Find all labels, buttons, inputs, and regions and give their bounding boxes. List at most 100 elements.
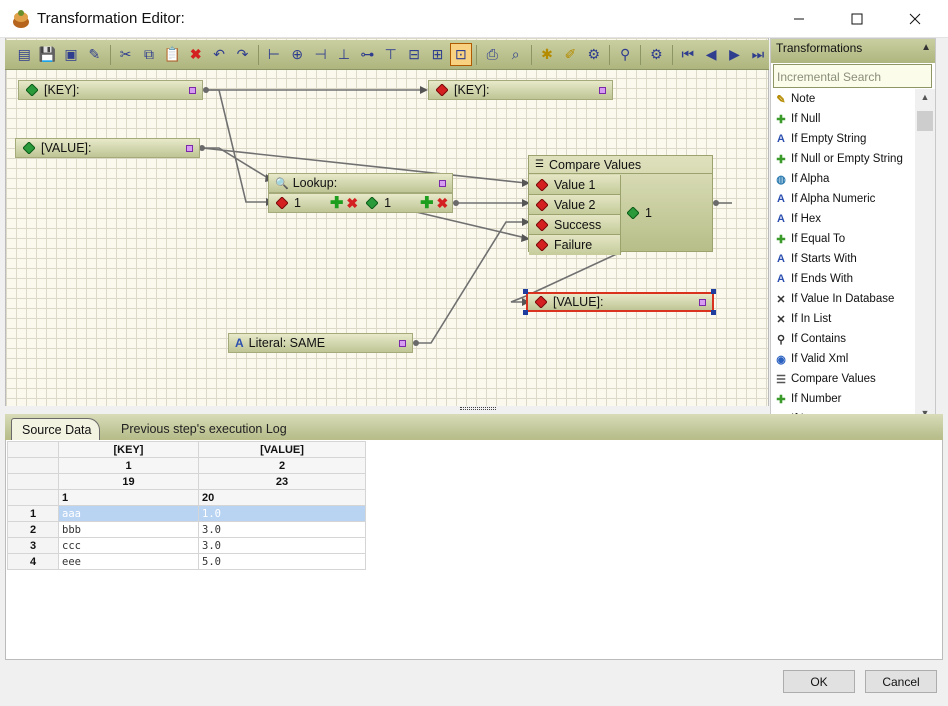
same-size-icon[interactable]: ⊡ — [449, 43, 473, 66]
transformation-item[interactable]: ✚ If Equal To — [773, 229, 915, 249]
cancel-button[interactable]: Cancel — [865, 670, 937, 693]
node-lookup-header[interactable]: 🔍 Lookup: — [268, 173, 453, 193]
cell-value[interactable]: 1.0 — [198, 505, 366, 522]
splitter[interactable] — [5, 406, 769, 412]
last-icon[interactable]: ⏭ — [747, 43, 769, 66]
compare-input-success[interactable]: Success — [529, 215, 621, 235]
collapse-icon[interactable]: ▲ — [921, 42, 931, 53]
transformation-item[interactable]: ✕ If In List — [773, 309, 915, 329]
transformation-item[interactable]: A If Hex — [773, 209, 915, 229]
align-middle-icon[interactable]: ⊶ — [356, 43, 378, 66]
minimize-button[interactable] — [770, 0, 828, 38]
table-row[interactable]: 2 bbb 3.0 — [7, 521, 366, 538]
compare-output[interactable]: 1 — [627, 206, 652, 220]
edit-icon[interactable]: ✎ — [83, 43, 105, 66]
cell-key[interactable]: aaa — [58, 505, 199, 522]
output-port[interactable] — [186, 144, 193, 152]
tab-source-data[interactable]: Source Data — [11, 418, 101, 440]
compare-input-value1[interactable]: Value 1 — [529, 175, 621, 195]
close-button[interactable] — [886, 0, 944, 38]
transformation-item[interactable]: A If Empty String — [773, 129, 915, 149]
scroll-up-icon[interactable]: ▲ — [915, 89, 935, 105]
find-icon[interactable]: ⚲ — [614, 43, 636, 66]
node-key-input[interactable]: [KEY]: — [18, 80, 203, 100]
paste-icon[interactable]: 📋 — [161, 43, 183, 66]
add-icon[interactable]: ✚ — [420, 193, 433, 213]
table-row[interactable]: 4 eee 5.0 — [7, 553, 366, 570]
align-right-icon[interactable]: ⊣ — [309, 43, 331, 66]
cell-value[interactable]: 3.0 — [198, 521, 366, 538]
table-row[interactable]: 1 aaa 1.0 — [7, 505, 366, 522]
settings-icon[interactable]: ⚙ — [645, 43, 667, 66]
cell-key[interactable]: eee — [58, 553, 199, 570]
align-bottom-icon[interactable]: ⊥ — [333, 43, 355, 66]
undo-icon[interactable]: ↶ — [208, 43, 230, 66]
scroll-thumb[interactable] — [917, 111, 933, 131]
transformation-item[interactable]: ✚ If Number — [773, 389, 915, 409]
green-diamond-icon — [366, 197, 379, 209]
same-height-icon[interactable]: ⊞ — [426, 43, 448, 66]
output-port[interactable] — [399, 339, 406, 347]
redo-icon[interactable]: ↷ — [231, 43, 253, 66]
output-port[interactable] — [699, 298, 706, 306]
auto-layout-icon[interactable]: ⚙ — [583, 43, 605, 66]
node-value-input[interactable]: [VALUE]: — [15, 138, 200, 158]
cell-key[interactable]: bbb — [58, 521, 199, 538]
transformation-item[interactable]: ◍ If Alpha — [773, 169, 915, 189]
output-port[interactable] — [599, 86, 606, 94]
transformation-item[interactable]: ✕ If Value In Database — [773, 289, 915, 309]
transformation-item[interactable]: ✎ Note — [773, 89, 915, 109]
align-left-icon[interactable]: ⊢ — [263, 43, 285, 66]
splitter-grip[interactable] — [460, 407, 496, 410]
align-top-icon[interactable]: ⊤ — [380, 43, 402, 66]
save-icon[interactable]: 💾 — [36, 43, 58, 66]
previous-icon[interactable]: ◀ — [700, 43, 722, 66]
ok-button[interactable]: OK — [783, 670, 855, 693]
cut-icon[interactable]: ✂ — [114, 43, 136, 66]
remove-icon[interactable]: ✖ — [346, 195, 358, 212]
transformation-item[interactable]: ✚ If Null — [773, 109, 915, 129]
transformation-item[interactable]: ◉ If Valid Xml — [773, 349, 915, 369]
list-scrollbar[interactable]: ▲ ▼ — [915, 89, 935, 421]
transformation-item[interactable]: A If Alpha Numeric — [773, 189, 915, 209]
transformation-label: Note — [791, 93, 816, 105]
properties-icon[interactable]: ▤ — [13, 43, 35, 66]
compare-input-value2[interactable]: Value 2 — [529, 195, 621, 215]
transformation-item[interactable]: ☰ Compare Values — [773, 369, 915, 389]
first-icon[interactable]: ⏮ — [677, 43, 699, 66]
node-key-output[interactable]: [KEY]: — [428, 80, 613, 100]
save-as-icon[interactable]: ▣ — [60, 43, 82, 66]
copy-icon[interactable]: ⧉ — [138, 43, 160, 66]
remove-icon[interactable]: ✖ — [437, 195, 449, 212]
same-width-icon[interactable]: ⊟ — [403, 43, 425, 66]
cell-value[interactable]: 3.0 — [198, 537, 366, 554]
column-header[interactable]: [VALUE] — [198, 441, 366, 458]
transformation-item[interactable]: ✚ If Null or Empty String — [773, 149, 915, 169]
transformation-item[interactable]: ⚲ If Contains — [773, 329, 915, 349]
output-port[interactable] — [439, 179, 446, 187]
print-icon[interactable]: ⎙ — [481, 43, 503, 66]
output-port[interactable] — [189, 86, 196, 94]
node-literal[interactable]: A Literal: SAME — [228, 333, 413, 353]
transformation-item[interactable]: A If Starts With — [773, 249, 915, 269]
compare-input-failure[interactable]: Failure — [529, 235, 621, 255]
print-preview-icon[interactable]: ⌕ — [504, 43, 526, 66]
node-lookup-row[interactable]: 1 ✚ ✖ 1 ✚ ✖ — [268, 193, 453, 213]
delete-icon[interactable]: ✖ — [185, 43, 207, 66]
column-header[interactable]: [KEY] — [58, 441, 199, 458]
next-icon[interactable]: ▶ — [723, 43, 745, 66]
node-value-output[interactable]: [VALUE]: — [526, 292, 714, 312]
maximize-button[interactable] — [828, 0, 886, 38]
clean-icon[interactable]: ✐ — [559, 43, 581, 66]
add-note-icon[interactable]: ✱ — [536, 43, 558, 66]
tab-execution-log[interactable]: Previous step's execution Log — [111, 418, 295, 440]
cell-key[interactable]: ccc — [58, 537, 199, 554]
cell-value[interactable]: 5.0 — [198, 553, 366, 570]
node-compare-values[interactable]: ☰ Compare Values Value 1 Value 2 Success… — [528, 155, 713, 255]
incremental-search-input[interactable]: Incremental Search — [773, 64, 932, 88]
align-center-icon[interactable]: ⊕ — [286, 43, 308, 66]
transformation-item[interactable]: A If Ends With — [773, 269, 915, 289]
table-row[interactable]: 3 ccc 3.0 — [7, 537, 366, 554]
add-icon[interactable]: ✚ — [330, 193, 343, 213]
transformation-canvas[interactable]: [KEY]: [VALUE]: [KEY]: 🔍 Lookup: 1 ✚ ✖ 1… — [5, 38, 769, 406]
